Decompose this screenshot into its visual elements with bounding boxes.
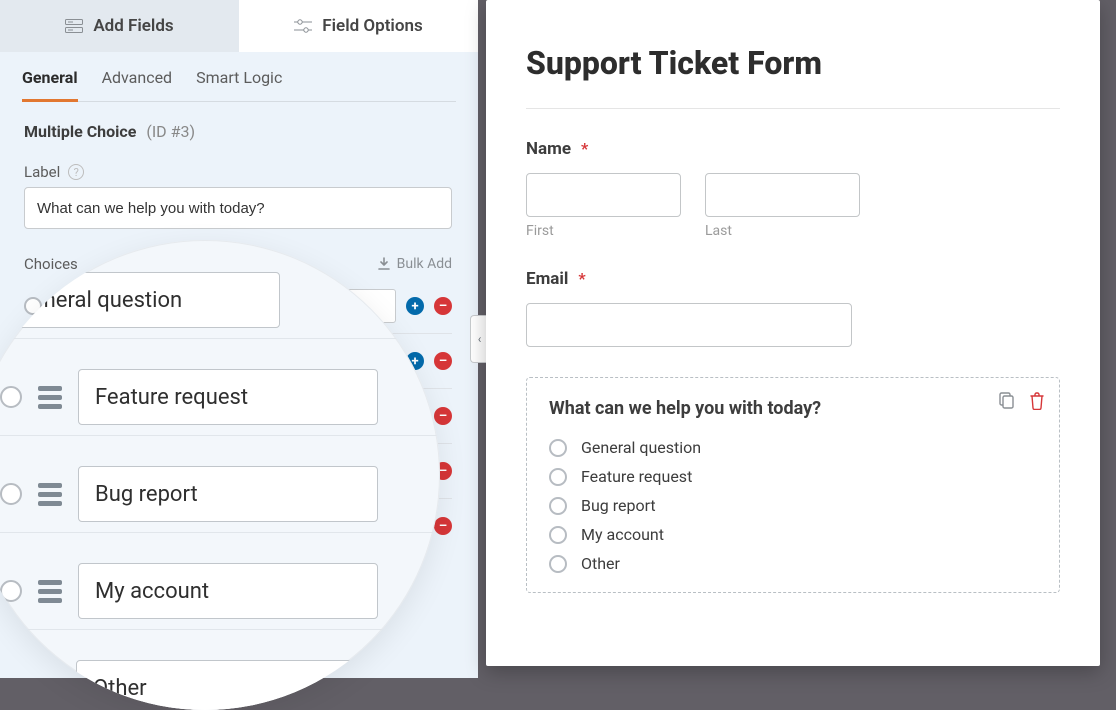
remove-choice-icon[interactable]: – bbox=[434, 407, 452, 425]
tab-field-options[interactable]: Field Options bbox=[239, 0, 478, 52]
choice-list: + – + – + – bbox=[24, 279, 452, 553]
drag-handle-icon[interactable] bbox=[52, 299, 70, 314]
required-mark: * bbox=[581, 139, 588, 158]
radio-input[interactable] bbox=[549, 555, 567, 573]
choice-input[interactable] bbox=[80, 454, 396, 488]
form-preview: Support Ticket Form Name * First Last Em… bbox=[486, 0, 1100, 666]
add-choice-icon[interactable]: + bbox=[406, 517, 424, 535]
sidebar: Add Fields Field Options General Advance… bbox=[0, 0, 478, 678]
option-label: My account bbox=[581, 525, 664, 544]
option-row[interactable]: General question bbox=[549, 433, 1037, 462]
magnified-choice: My account bbox=[78, 563, 378, 619]
subtab-advanced[interactable]: Advanced bbox=[102, 68, 173, 102]
add-fields-icon bbox=[65, 19, 83, 33]
choices-caption: Choices bbox=[24, 255, 78, 273]
tab-add-fields-label: Add Fields bbox=[93, 16, 173, 36]
add-choice-icon[interactable]: + bbox=[406, 407, 424, 425]
required-mark: * bbox=[578, 269, 585, 288]
panel-tabs: Add Fields Field Options bbox=[0, 0, 478, 52]
download-icon bbox=[377, 257, 391, 271]
label-input[interactable] bbox=[24, 187, 452, 229]
bulk-add-button[interactable]: Bulk Add bbox=[377, 256, 452, 272]
sliders-icon bbox=[294, 19, 312, 33]
add-choice-icon[interactable]: + bbox=[406, 297, 424, 315]
choice-row: + – bbox=[24, 498, 452, 553]
magnified-drag-icon bbox=[38, 580, 62, 603]
field-id: (ID #3) bbox=[146, 122, 195, 141]
default-radio[interactable] bbox=[24, 297, 42, 315]
choice-row: + – bbox=[24, 279, 452, 333]
default-radio[interactable] bbox=[24, 352, 42, 370]
radio-input[interactable] bbox=[549, 439, 567, 457]
tab-add-fields[interactable]: Add Fields bbox=[0, 0, 239, 52]
duplicate-icon[interactable] bbox=[997, 392, 1015, 410]
form-title: Support Ticket Form bbox=[526, 0, 1060, 109]
first-sublabel: First bbox=[526, 223, 681, 239]
label-caption: Label bbox=[24, 163, 60, 181]
choice-input[interactable] bbox=[80, 289, 396, 323]
drag-handle-icon[interactable] bbox=[52, 464, 70, 479]
field-type-title: Multiple Choice bbox=[24, 122, 136, 141]
option-row[interactable]: My account bbox=[549, 520, 1037, 549]
default-radio[interactable] bbox=[24, 517, 42, 535]
magnified-choice: Other bbox=[76, 660, 376, 710]
remove-choice-icon[interactable]: – bbox=[434, 462, 452, 480]
remove-choice-icon[interactable]: – bbox=[434, 352, 452, 370]
choice-row: + – bbox=[24, 333, 452, 388]
option-label: Feature request bbox=[581, 467, 692, 486]
radio-input[interactable] bbox=[549, 526, 567, 544]
subtab-smart[interactable]: Smart Logic bbox=[196, 68, 282, 102]
default-radio[interactable] bbox=[24, 407, 42, 425]
radio-input[interactable] bbox=[549, 468, 567, 486]
help-icon[interactable]: ? bbox=[68, 164, 84, 180]
drag-handle-icon[interactable] bbox=[52, 519, 70, 534]
default-radio[interactable] bbox=[24, 462, 42, 480]
choice-input[interactable] bbox=[80, 344, 396, 378]
first-name-input[interactable] bbox=[526, 173, 681, 217]
remove-choice-icon[interactable]: – bbox=[434, 297, 452, 315]
choice-input[interactable] bbox=[80, 399, 396, 433]
email-label: Email bbox=[526, 269, 568, 289]
selected-field-block[interactable]: What can we help you with today? General… bbox=[526, 377, 1060, 593]
subtab-general[interactable]: General bbox=[22, 68, 78, 102]
option-label: General question bbox=[581, 438, 701, 457]
remove-choice-icon[interactable]: – bbox=[434, 517, 452, 535]
choice-input[interactable] bbox=[80, 509, 396, 543]
bulk-add-label: Bulk Add bbox=[397, 256, 452, 272]
question-label: What can we help you with today? bbox=[549, 398, 1037, 419]
drag-handle-icon[interactable] bbox=[52, 354, 70, 369]
field-heading: Multiple Choice (ID #3) bbox=[24, 122, 454, 141]
add-choice-icon[interactable]: + bbox=[406, 352, 424, 370]
trash-icon[interactable] bbox=[1029, 392, 1045, 410]
option-row[interactable]: Feature request bbox=[549, 462, 1037, 491]
name-label: Name bbox=[526, 139, 571, 159]
option-row[interactable]: Bug report bbox=[549, 491, 1037, 520]
subtabs: General Advanced Smart Logic bbox=[22, 68, 456, 102]
option-row[interactable]: Other bbox=[549, 549, 1037, 578]
drag-handle-icon[interactable] bbox=[52, 409, 70, 424]
preview-area: Support Ticket Form Name * First Last Em… bbox=[478, 0, 1116, 678]
tab-field-options-label: Field Options bbox=[322, 16, 422, 36]
email-input[interactable] bbox=[526, 303, 852, 347]
radio-input[interactable] bbox=[549, 497, 567, 515]
magnified-radio bbox=[0, 580, 22, 602]
option-label: Bug report bbox=[581, 496, 656, 515]
last-sublabel: Last bbox=[705, 223, 860, 239]
option-label: Other bbox=[581, 554, 620, 573]
last-name-input[interactable] bbox=[705, 173, 860, 217]
choice-row: + – bbox=[24, 388, 452, 443]
choice-row: + – bbox=[24, 443, 452, 498]
add-choice-icon[interactable]: + bbox=[406, 462, 424, 480]
